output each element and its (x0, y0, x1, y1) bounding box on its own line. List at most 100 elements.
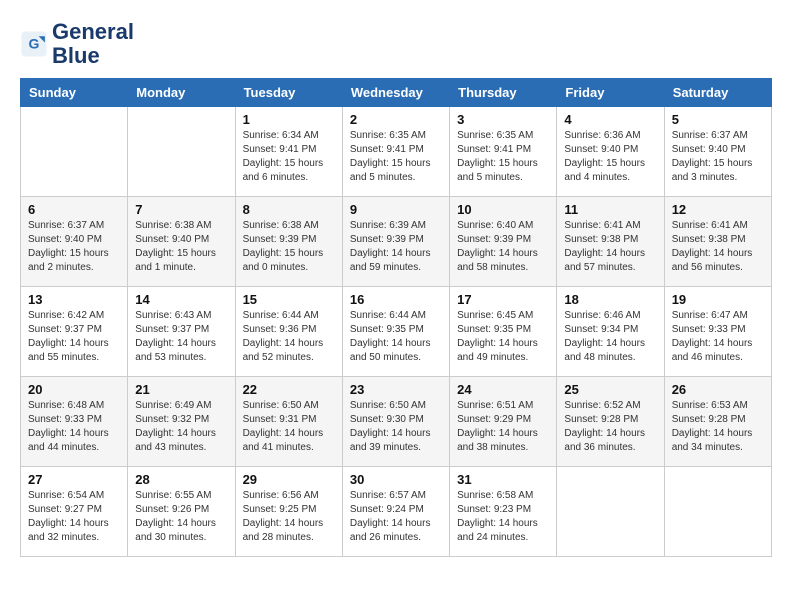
logo: G General Blue (20, 20, 134, 68)
calendar-cell (128, 107, 235, 197)
day-number: 26 (672, 382, 764, 397)
page-header: G General Blue (20, 20, 772, 68)
calendar-cell: 16 Sunrise: 6:44 AM Sunset: 9:35 PM Dayli… (342, 287, 449, 377)
day-number: 1 (243, 112, 335, 127)
day-number: 11 (564, 202, 656, 217)
day-info: Sunrise: 6:50 AM Sunset: 9:31 PM Dayligh… (243, 399, 335, 455)
day-number: 18 (564, 292, 656, 307)
day-number: 7 (135, 202, 227, 217)
day-number: 10 (457, 202, 549, 217)
calendar-cell: 4Sunrise: 6:36 AM Sunset: 9:40 PM Daylig… (557, 107, 664, 197)
day-info: Sunrise: 6:41 AM Sunset: 9:38 PM Dayligh… (672, 219, 764, 275)
calendar-week-row: 27 Sunrise: 6:54 AM Sunset: 9:27 PM Dayli… (21, 467, 772, 557)
day-number: 17 (457, 292, 549, 307)
calendar-cell: 2 Sunrise: 6:35 AM Sunset: 9:41 PM Daylig… (342, 107, 449, 197)
day-number: 19 (672, 292, 764, 307)
calendar-week-row: 1 Sunrise: 6:34 AM Sunset: 9:41 PM Daylig… (21, 107, 772, 197)
day-number: 23 (350, 382, 442, 397)
day-number: 28 (135, 472, 227, 487)
day-number: 6 (28, 202, 120, 217)
day-of-week-header: Monday (128, 79, 235, 107)
day-number: 5 (672, 112, 764, 127)
calendar-cell: 5 Sunrise: 6:37 AM Sunset: 9:40 PM Daylig… (664, 107, 771, 197)
day-info: Sunrise: 6:54 AM Sunset: 9:27 PM Dayligh… (28, 489, 120, 545)
day-number: 31 (457, 472, 549, 487)
calendar-cell: 10Sunrise: 6:40 AM Sunset: 9:39 PM Dayli… (450, 197, 557, 287)
day-of-week-header: Friday (557, 79, 664, 107)
day-info: Sunrise: 6:50 AM Sunset: 9:30 PM Dayligh… (350, 399, 442, 455)
day-info: Sunrise: 6:43 AM Sunset: 9:37 PM Dayligh… (135, 309, 227, 365)
calendar-week-row: 13 Sunrise: 6:42 AM Sunset: 9:37 PM Dayli… (21, 287, 772, 377)
day-info: Sunrise: 6:44 AM Sunset: 9:35 PM Dayligh… (350, 309, 442, 365)
day-number: 2 (350, 112, 442, 127)
day-info: Sunrise: 6:42 AM Sunset: 9:37 PM Dayligh… (28, 309, 120, 365)
day-number: 3 (457, 112, 549, 127)
calendar-cell: 24 Sunrise: 6:51 AM Sunset: 9:29 PM Dayli… (450, 377, 557, 467)
day-number: 8 (243, 202, 335, 217)
logo-text: General Blue (52, 20, 134, 68)
day-number: 15 (243, 292, 335, 307)
day-of-week-header: Thursday (450, 79, 557, 107)
calendar-cell: 9Sunrise: 6:39 AM Sunset: 9:39 PM Daylig… (342, 197, 449, 287)
calendar-cell: 13 Sunrise: 6:42 AM Sunset: 9:37 PM Dayli… (21, 287, 128, 377)
day-number: 20 (28, 382, 120, 397)
day-of-week-header: Wednesday (342, 79, 449, 107)
calendar-cell: 31 Sunrise: 6:58 AM Sunset: 9:23 PM Dayli… (450, 467, 557, 557)
day-number: 30 (350, 472, 442, 487)
day-info: Sunrise: 6:58 AM Sunset: 9:23 PM Dayligh… (457, 489, 549, 545)
day-number: 21 (135, 382, 227, 397)
day-info: Sunrise: 6:48 AM Sunset: 9:33 PM Dayligh… (28, 399, 120, 455)
day-of-week-header: Sunday (21, 79, 128, 107)
calendar-cell: 27 Sunrise: 6:54 AM Sunset: 9:27 PM Dayli… (21, 467, 128, 557)
day-info: Sunrise: 6:47 AM Sunset: 9:33 PM Dayligh… (672, 309, 764, 365)
day-info: Sunrise: 6:38 AM Sunset: 9:40 PM Dayligh… (135, 219, 227, 275)
day-info: Sunrise: 6:56 AM Sunset: 9:25 PM Dayligh… (243, 489, 335, 545)
day-info: Sunrise: 6:41 AM Sunset: 9:38 PM Dayligh… (564, 219, 656, 275)
day-info: Sunrise: 6:34 AM Sunset: 9:41 PM Dayligh… (243, 129, 335, 185)
calendar-cell: 21 Sunrise: 6:49 AM Sunset: 9:32 PM Dayli… (128, 377, 235, 467)
day-number: 22 (243, 382, 335, 397)
day-info: Sunrise: 6:45 AM Sunset: 9:35 PM Dayligh… (457, 309, 549, 365)
day-info: Sunrise: 6:46 AM Sunset: 9:34 PM Dayligh… (564, 309, 656, 365)
day-info: Sunrise: 6:51 AM Sunset: 9:29 PM Dayligh… (457, 399, 549, 455)
calendar-cell: 11 Sunrise: 6:41 AM Sunset: 9:38 PM Dayli… (557, 197, 664, 287)
day-info: Sunrise: 6:35 AM Sunset: 9:41 PM Dayligh… (457, 129, 549, 185)
day-info: Sunrise: 6:53 AM Sunset: 9:28 PM Dayligh… (672, 399, 764, 455)
day-number: 27 (28, 472, 120, 487)
calendar-cell: 6 Sunrise: 6:37 AM Sunset: 9:40 PM Daylig… (21, 197, 128, 287)
calendar-cell: 8 Sunrise: 6:38 AM Sunset: 9:39 PM Daylig… (235, 197, 342, 287)
calendar-cell: 20 Sunrise: 6:48 AM Sunset: 9:33 PM Dayli… (21, 377, 128, 467)
calendar-cell: 30 Sunrise: 6:57 AM Sunset: 9:24 PM Dayli… (342, 467, 449, 557)
day-number: 4 (564, 112, 656, 127)
day-number: 24 (457, 382, 549, 397)
day-number: 12 (672, 202, 764, 217)
logo-icon: G (20, 30, 48, 58)
day-info: Sunrise: 6:55 AM Sunset: 9:26 PM Dayligh… (135, 489, 227, 545)
day-info: Sunrise: 6:37 AM Sunset: 9:40 PM Dayligh… (28, 219, 120, 275)
calendar-cell: 19 Sunrise: 6:47 AM Sunset: 9:33 PM Dayli… (664, 287, 771, 377)
calendar-cell: 1 Sunrise: 6:34 AM Sunset: 9:41 PM Daylig… (235, 107, 342, 197)
calendar-week-row: 20 Sunrise: 6:48 AM Sunset: 9:33 PM Dayli… (21, 377, 772, 467)
day-info: Sunrise: 6:35 AM Sunset: 9:41 PM Dayligh… (350, 129, 442, 185)
day-number: 16 (350, 292, 442, 307)
day-number: 13 (28, 292, 120, 307)
day-number: 9 (350, 202, 442, 217)
day-info: Sunrise: 6:37 AM Sunset: 9:40 PM Dayligh… (672, 129, 764, 185)
calendar-cell: 12 Sunrise: 6:41 AM Sunset: 9:38 PM Dayli… (664, 197, 771, 287)
day-number: 25 (564, 382, 656, 397)
day-info: Sunrise: 6:44 AM Sunset: 9:36 PM Dayligh… (243, 309, 335, 365)
day-info: Sunrise: 6:57 AM Sunset: 9:24 PM Dayligh… (350, 489, 442, 545)
calendar-cell: 15 Sunrise: 6:44 AM Sunset: 9:36 PM Dayli… (235, 287, 342, 377)
day-of-week-header: Tuesday (235, 79, 342, 107)
day-number: 29 (243, 472, 335, 487)
calendar-cell: 23 Sunrise: 6:50 AM Sunset: 9:30 PM Dayli… (342, 377, 449, 467)
calendar-cell: 18 Sunrise: 6:46 AM Sunset: 9:34 PM Dayli… (557, 287, 664, 377)
day-info: Sunrise: 6:52 AM Sunset: 9:28 PM Dayligh… (564, 399, 656, 455)
day-of-week-header: Saturday (664, 79, 771, 107)
calendar-cell (21, 107, 128, 197)
calendar-cell: 7 Sunrise: 6:38 AM Sunset: 9:40 PM Daylig… (128, 197, 235, 287)
day-info: Sunrise: 6:49 AM Sunset: 9:32 PM Dayligh… (135, 399, 227, 455)
day-info: Sunrise: 6:38 AM Sunset: 9:39 PM Dayligh… (243, 219, 335, 275)
calendar-cell: 26 Sunrise: 6:53 AM Sunset: 9:28 PM Dayli… (664, 377, 771, 467)
calendar-cell (557, 467, 664, 557)
